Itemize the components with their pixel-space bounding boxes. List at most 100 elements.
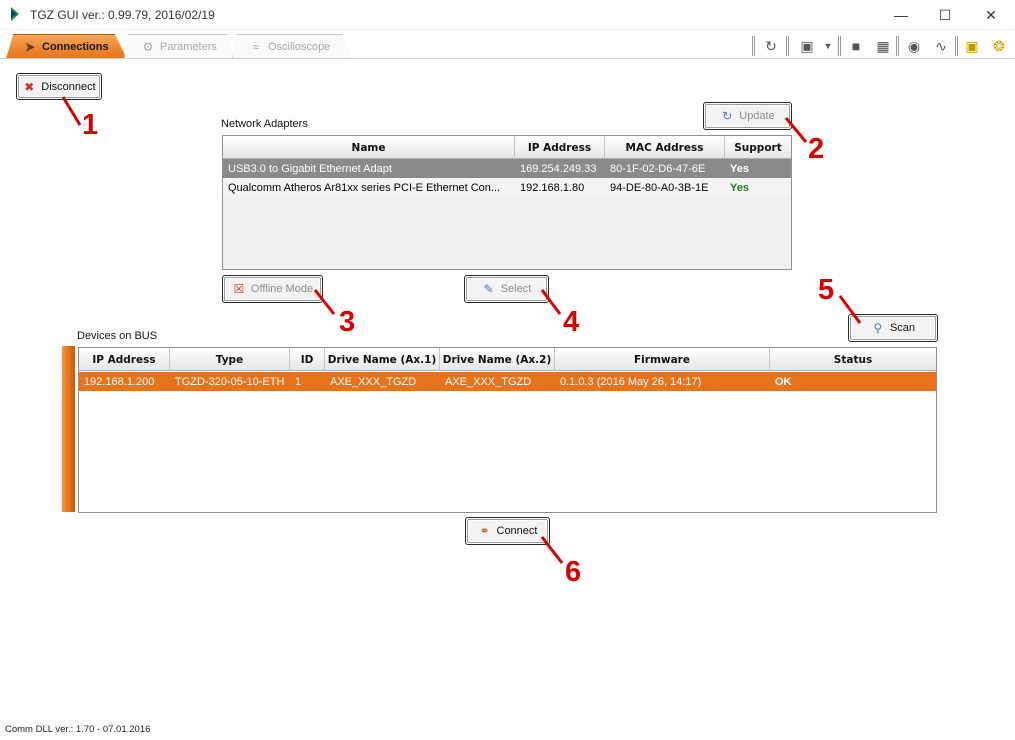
adapter-name: Qualcomm Atheros Ar81xx series PCI-E Eth… [228, 181, 501, 194]
offline-mode-button-frame: ☒ Offline Mode [222, 275, 323, 303]
maximize-button[interactable]: ☐ [922, 0, 968, 30]
device-drive2: AXE_XXX_TGZD [445, 375, 532, 388]
toolbar-separator [896, 36, 899, 56]
column-header[interactable]: Firmware [555, 348, 770, 371]
scan-button[interactable]: ⚲ Scan [850, 316, 936, 340]
column-header[interactable]: Type [170, 348, 290, 371]
device-id: 1 [295, 375, 302, 388]
annotation-number-5: 5 [818, 274, 835, 306]
connect-button[interactable]: ⚭ Connect [467, 519, 548, 543]
disconnect-button[interactable]: ✖ Disconnect [18, 75, 100, 98]
annotation-number-3: 3 [339, 306, 356, 338]
minimize-icon: — [894, 7, 908, 23]
table-row-selected[interactable]: USB3.0 to Gigabit Ethernet Adapt 169.254… [223, 159, 791, 178]
column-header[interactable]: Support [725, 136, 791, 159]
select-icon: ✎ [483, 282, 494, 296]
maximize-icon: ☐ [938, 6, 952, 23]
connect-button-frame: ⚭ Connect [465, 517, 550, 545]
adapter-mac: 80-1F-02-D6-47-6E [610, 162, 706, 175]
info-icon[interactable]: ▣ [962, 37, 982, 55]
annotation-line-1 [61, 96, 82, 126]
annotation-number-1: 1 [82, 109, 99, 141]
column-header[interactable]: Drive Name (Ax.2) [440, 348, 555, 371]
folder-icon[interactable]: ■ [846, 37, 866, 55]
column-header[interactable]: Name [223, 136, 515, 159]
column-header[interactable]: MAC Address [605, 136, 725, 159]
search-icon: ⚲ [873, 321, 883, 335]
eye-icon[interactable]: ◉ [904, 37, 924, 55]
offline-mode-button[interactable]: ☒ Offline Mode [224, 277, 321, 301]
toolbar-separator [786, 36, 789, 56]
tab-label: Connections [42, 40, 109, 53]
annotation-number-2: 2 [808, 133, 825, 165]
gear-icon: ⚙ [142, 39, 154, 54]
table-row-selected[interactable]: 192.168.1.200 TGZD-320-05-10-ETH 1 AXE_X… [79, 372, 936, 391]
connect-icon: ⚭ [479, 524, 490, 538]
window-title: TGZ GUI ver.: 0.99.79, 2016/02/19 [30, 8, 215, 22]
disconnect-button-frame: ✖ Disconnect [16, 73, 102, 100]
column-header[interactable]: Drive Name (Ax.1) [325, 348, 440, 371]
tab-divider [0, 58, 1015, 59]
column-header[interactable]: ID [290, 348, 325, 371]
close-icon: ✕ [985, 6, 997, 23]
tab-oscilloscope[interactable]: ≈ Oscilloscope [232, 34, 352, 59]
table-header: IP Address Type ID Drive Name (Ax.1) Dri… [79, 348, 936, 371]
tab-parameters[interactable]: ⚙ Parameters [124, 34, 236, 59]
toolbar-separator [838, 36, 841, 56]
annotation-number-4: 4 [563, 306, 580, 338]
table-header: Name IP Address MAC Address Support [223, 136, 791, 159]
network-adapters-title: Network Adapters [221, 118, 308, 130]
device-ip: 192.168.1.200 [84, 375, 155, 388]
chart-icon: ≈ [252, 39, 260, 54]
title-bar: TGZ GUI ver.: 0.99.79, 2016/02/19 — ☐ ✕ [0, 0, 1015, 30]
select-button[interactable]: ✎ Select [466, 277, 547, 301]
update-button[interactable]: ↻ Update [705, 104, 790, 128]
disconnect-icon: ✖ [24, 79, 35, 94]
toolbar-separator [752, 36, 755, 56]
adapter-ip: 192.168.1.80 [520, 181, 585, 194]
plug-icon: ➤ [24, 39, 36, 54]
update-button-frame: ↻ Update [703, 102, 792, 130]
column-header[interactable]: IP Address [79, 348, 170, 371]
adapter-support: Yes [730, 162, 749, 175]
update-label: Update [739, 110, 775, 122]
toolbar-separator [955, 36, 958, 56]
save-icon[interactable]: ▦ [873, 37, 893, 55]
adapter-support: Yes [730, 181, 749, 194]
package-icon[interactable]: ▣ [797, 37, 817, 55]
status-bar: Comm DLL ver.: 1.70 - 07.01.2016 [5, 724, 151, 735]
app-logo-icon [11, 7, 19, 21]
device-type: TGZD-320-05-10-ETH [175, 375, 285, 388]
disconnect-label: Disconnect [41, 80, 96, 93]
offline-icon: ☒ [233, 282, 245, 296]
device-status: OK [775, 375, 792, 388]
column-header[interactable]: IP Address [515, 136, 605, 159]
device-firmware: 0.1.0.3 (2016 May 26, 14:17) [560, 375, 702, 388]
select-button-frame: ✎ Select [464, 275, 549, 303]
adapter-mac: 94-DE-80-A0-3B-1E [610, 181, 709, 194]
adapter-name: USB3.0 to Gigabit Ethernet Adapt [228, 162, 392, 175]
tab-connections[interactable]: ➤ Connections [6, 34, 127, 59]
adapter-ip: 169.254.249.33 [520, 162, 597, 175]
annotation-number-6: 6 [565, 556, 582, 588]
scan-label: Scan [889, 322, 916, 334]
device-drive1: AXE_XXX_TGZD [330, 375, 417, 388]
close-button[interactable]: ✕ [968, 0, 1014, 30]
graph-icon[interactable]: ∿ [931, 37, 951, 55]
devices-title: Devices on BUS [77, 330, 158, 342]
devices-table: IP Address Type ID Drive Name (Ax.1) Dri… [78, 347, 937, 513]
dropdown-arrow-icon[interactable]: ▼ [818, 37, 838, 55]
minimize-button[interactable]: — [878, 0, 924, 30]
connect-label: Connect [496, 525, 538, 537]
table-row[interactable]: Qualcomm Atheros Ar81xx series PCI-E Eth… [223, 178, 791, 197]
help-icon[interactable]: ❂ [989, 37, 1009, 55]
select-label: Select [500, 283, 532, 295]
tab-label: Oscilloscope [268, 40, 331, 53]
offline-mode-label: Offline Mode [250, 283, 314, 295]
tab-label: Parameters [160, 40, 217, 53]
update-icon: ↻ [722, 109, 733, 123]
refresh-icon[interactable]: ↻ [761, 37, 781, 55]
scan-button-frame: ⚲ Scan [848, 314, 938, 342]
column-header[interactable]: Status [770, 348, 936, 371]
accent-bar [62, 346, 75, 512]
